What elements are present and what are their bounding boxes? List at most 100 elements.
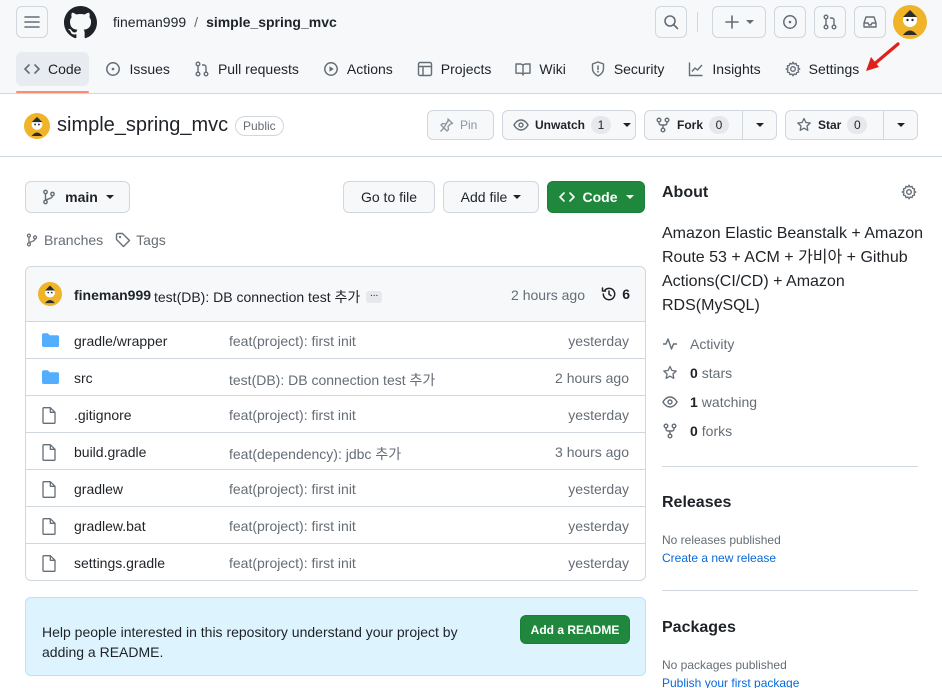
file-commit-message[interactable]: feat(project): first init <box>229 407 356 423</box>
repo-owner-avatar[interactable] <box>24 113 50 139</box>
annotation-arrow-icon <box>866 42 900 71</box>
chevron-down-icon <box>513 195 522 199</box>
table-row[interactable]: gradlew.bat feat(project): first init ye… <box>26 507 645 544</box>
chevron-down-icon[interactable] <box>623 123 632 127</box>
branch-name: main <box>65 189 98 205</box>
file-name[interactable]: gradlew <box>74 481 123 497</box>
code-button[interactable]: Code <box>547 181 645 213</box>
repo-title-row: simple_spring_mvc Public Pin Unwatch 1 F… <box>0 94 942 157</box>
table-row[interactable]: build.gradle feat(dependency): jdbc 추가 3… <box>26 433 645 470</box>
tab-actions[interactable]: Actions <box>315 52 401 86</box>
star-button[interactable]: Star 0 <box>786 111 883 139</box>
commit-author-avatar[interactable] <box>38 282 62 306</box>
publish-package-link[interactable]: Publish your first package <box>662 676 799 688</box>
file-name[interactable]: gradlew.bat <box>74 518 146 534</box>
create-release-link[interactable]: Create a new release <box>662 551 776 565</box>
tab-code[interactable]: Code <box>16 52 90 93</box>
commit-count: 6 <box>622 286 630 302</box>
file-commit-message[interactable]: feat(project): first init <box>229 481 356 497</box>
sidebar-divider <box>662 466 918 467</box>
fork-dropdown-button[interactable] <box>743 111 776 139</box>
eye-icon <box>662 396 678 408</box>
table-row[interactable]: gradlew feat(project): first init yester… <box>26 470 645 507</box>
readme-banner: Help people interested in this repositor… <box>25 597 646 676</box>
file-name[interactable]: src <box>74 370 93 386</box>
add-file-button[interactable]: Add file <box>443 181 539 213</box>
create-new-button[interactable] <box>712 6 766 38</box>
inbox-icon <box>863 16 877 28</box>
breadcrumb-repo[interactable]: simple_spring_mvc <box>206 14 337 30</box>
file-commit-message[interactable]: feat(project): first init <box>229 555 356 571</box>
star-icon <box>797 117 811 131</box>
add-readme-button[interactable]: Add a README <box>520 615 630 644</box>
tab-wiki[interactable]: Wiki <box>507 52 573 86</box>
table-row[interactable]: src test(DB): DB connection test 추가 2 ho… <box>26 359 645 396</box>
pull-requests-button[interactable] <box>814 6 846 38</box>
file-icon <box>42 407 56 424</box>
go-to-file-button[interactable]: Go to file <box>343 181 435 213</box>
tab-settings[interactable]: Settings <box>777 52 868 86</box>
tab-issues[interactable]: Issues <box>97 52 177 86</box>
tab-pull-requests[interactable]: Pull requests <box>186 52 307 86</box>
branch-icon <box>43 189 56 205</box>
eye-icon <box>513 119 529 131</box>
inbox-button[interactable] <box>854 6 886 38</box>
file-commit-time: 2 hours ago <box>555 370 629 386</box>
search-button[interactable] <box>655 6 687 38</box>
file-name[interactable]: .gitignore <box>74 407 132 423</box>
menu-button[interactable] <box>16 6 48 38</box>
file-commit-message[interactable]: feat(project): first init <box>229 333 356 349</box>
file-name[interactable]: gradle/wrapper <box>74 333 167 349</box>
releases-heading[interactable]: Releases <box>662 494 731 512</box>
commit-message[interactable]: test(DB): DB connection test 추가 <box>154 287 360 307</box>
table-row[interactable]: gradle/wrapper feat(project): first init… <box>26 322 645 359</box>
gear-icon[interactable] <box>901 184 917 200</box>
github-logo-icon[interactable] <box>64 6 97 39</box>
tab-label: Insights <box>712 61 761 77</box>
file-name[interactable]: build.gradle <box>74 444 146 460</box>
pin-button[interactable]: Pin <box>427 110 494 140</box>
commit-history-link[interactable]: 6 <box>601 286 630 302</box>
branches-link[interactable]: Branches <box>25 232 103 248</box>
activity-link[interactable]: Activity <box>662 336 734 352</box>
breadcrumb-owner[interactable]: fineman999 <box>113 14 186 30</box>
user-avatar[interactable] <box>893 5 927 39</box>
global-header: fineman999 / simple_spring_mvc Code Issues <box>0 0 942 94</box>
plus-icon <box>725 15 739 29</box>
file-commit-message[interactable]: feat(dependency): jdbc 추가 <box>229 444 401 464</box>
commit-time: 2 hours ago <box>511 287 585 303</box>
table-row[interactable]: settings.gradle feat(project): first ini… <box>26 544 645 580</box>
branch-select-button[interactable]: main <box>25 181 130 213</box>
packages-heading[interactable]: Packages <box>662 619 736 637</box>
tab-projects[interactable]: Projects <box>409 52 500 86</box>
file-commit-message[interactable]: test(DB): DB connection test 추가 <box>229 370 435 390</box>
table-row[interactable]: .gitignore feat(project): first init yes… <box>26 396 645 433</box>
commit-expand-button[interactable]: ... <box>366 289 383 303</box>
star-icon <box>663 365 677 379</box>
play-icon <box>323 62 338 76</box>
repo-name[interactable]: simple_spring_mvc <box>57 114 228 137</box>
fork-button[interactable]: Fork 0 <box>645 111 742 139</box>
watching-link[interactable]: 1 watching <box>662 394 757 410</box>
file-name[interactable]: settings.gradle <box>74 555 165 571</box>
watching-label: watching <box>701 394 758 410</box>
tag-icon <box>115 232 131 248</box>
forks-link[interactable]: 0 forks <box>662 423 732 439</box>
repo-nav-tabs: Code Issues Pull requests Actions Projec… <box>16 52 875 93</box>
file-commit-message[interactable]: feat(project): first init <box>229 518 356 534</box>
code-button-label: Code <box>582 189 618 205</box>
book-icon <box>515 63 532 76</box>
commit-author[interactable]: fineman999 <box>74 287 151 303</box>
graph-icon <box>689 62 703 77</box>
issues-button[interactable] <box>774 6 806 38</box>
tags-link[interactable]: Tags <box>115 232 166 248</box>
tab-security[interactable]: Security <box>582 52 673 86</box>
tab-insights[interactable]: Insights <box>680 52 768 86</box>
packages-empty-text: No packages published <box>662 658 787 672</box>
file-icon <box>42 444 56 461</box>
about-description: Amazon Elastic Beanstalk + Amazon Route … <box>662 225 924 314</box>
watch-button[interactable]: Unwatch 1 <box>502 110 636 140</box>
stars-link[interactable]: 0 stars <box>662 365 732 381</box>
pin-icon <box>440 118 454 132</box>
star-dropdown-button[interactable] <box>884 111 917 139</box>
